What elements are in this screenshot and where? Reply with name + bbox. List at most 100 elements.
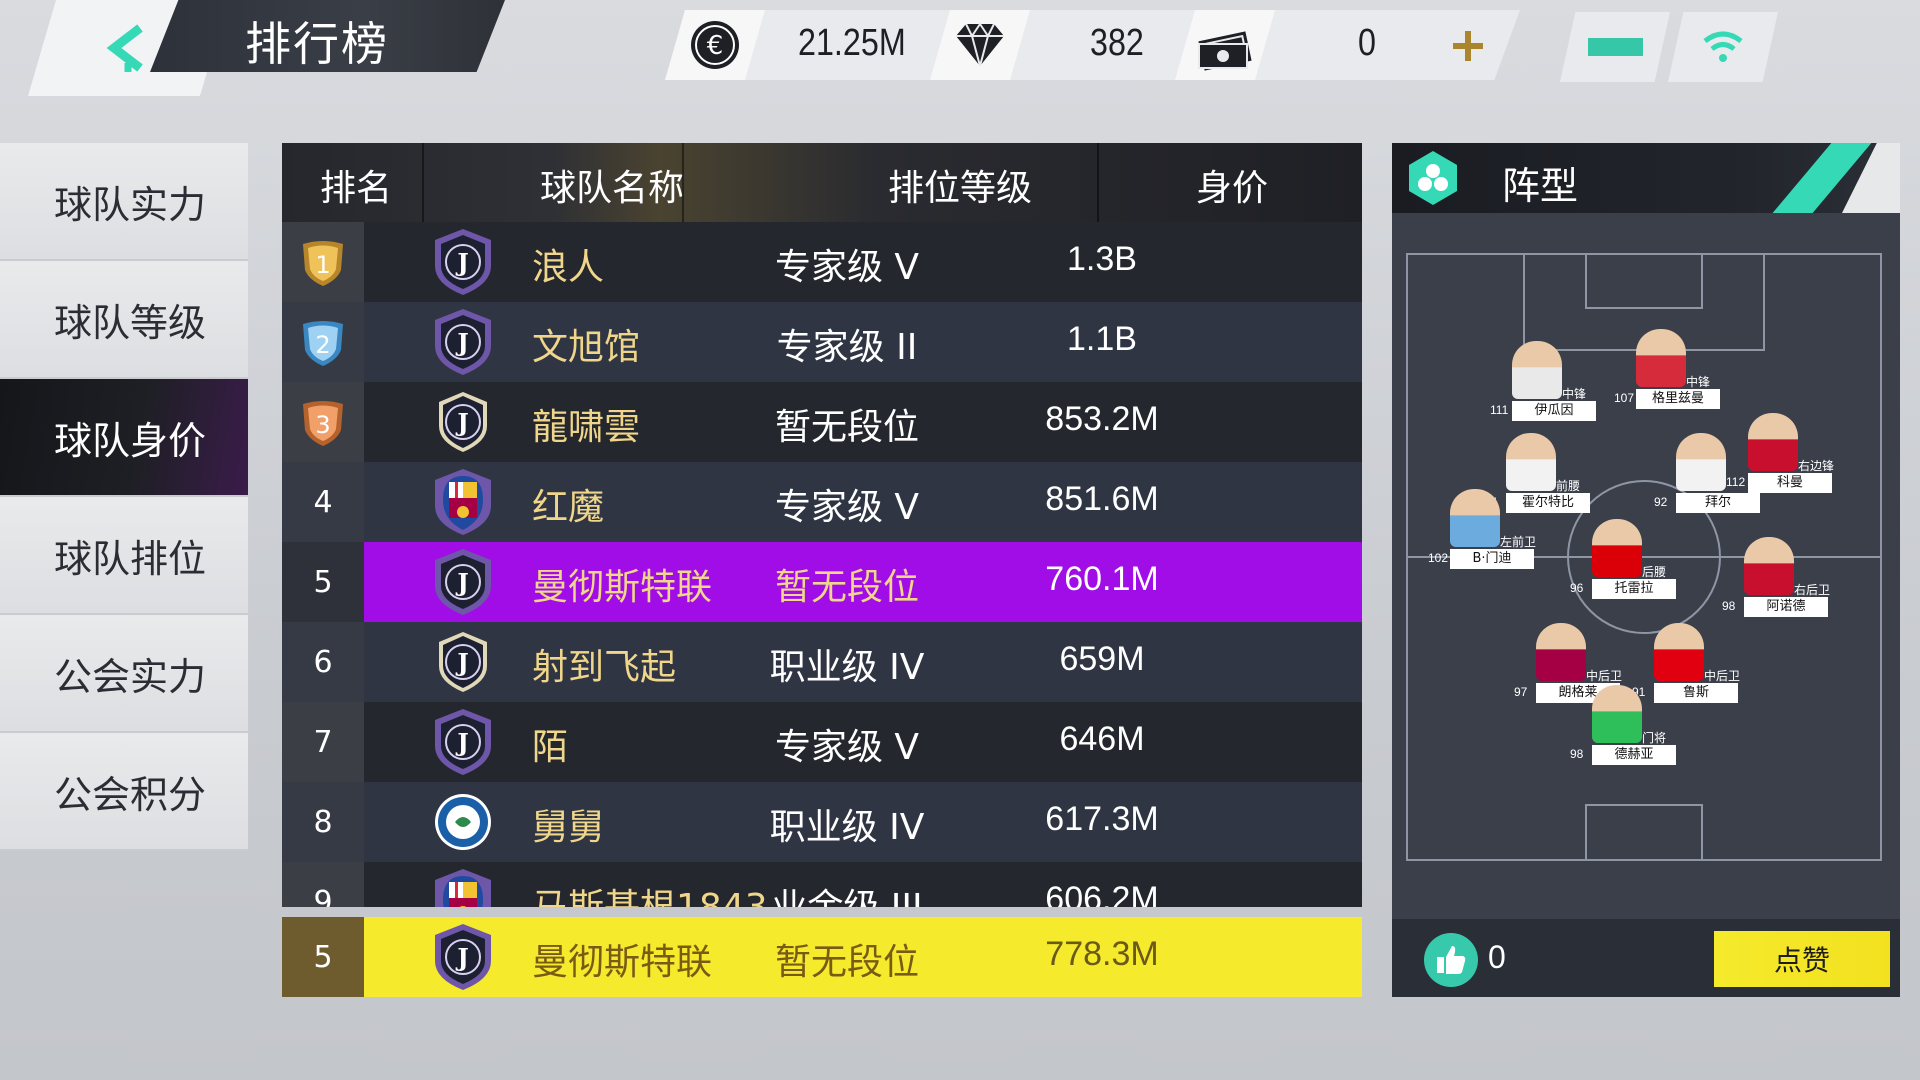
player-photo bbox=[1592, 519, 1642, 577]
player-card[interactable]: 右后卫 98 阿诺德 bbox=[1722, 537, 1830, 627]
add-currency-button[interactable] bbox=[1440, 18, 1496, 74]
player-name: B·门迪 bbox=[1450, 549, 1534, 569]
table-row[interactable]: 8 舅舅 职业级 IV 617.3M bbox=[282, 782, 1362, 862]
table-row[interactable]: 3 J 龍啸雲 暂无段位 853.2M bbox=[282, 382, 1362, 462]
rank-number: 5 bbox=[282, 542, 364, 622]
back-arrow-icon bbox=[106, 24, 143, 72]
battery-indicator bbox=[1560, 12, 1670, 82]
svg-text:J: J bbox=[455, 648, 468, 677]
svg-text:J: J bbox=[455, 408, 468, 437]
table-row[interactable]: 9马斯基根1843业余级 III606.2M bbox=[282, 862, 1362, 907]
player-photo bbox=[1748, 413, 1798, 471]
rank-number: 6 bbox=[282, 622, 364, 702]
player-photo bbox=[1450, 489, 1500, 547]
team-name: 陌 bbox=[532, 727, 569, 768]
player-rating: 98 bbox=[1722, 599, 1736, 613]
top-bar: 排行榜 € 21.25M 382 0 bbox=[0, 0, 1920, 100]
my-team-row[interactable]: 5 J 曼彻斯特联 暂无段位 778.3M bbox=[282, 917, 1362, 997]
team-value: 1.3B bbox=[1067, 240, 1137, 278]
player-photo bbox=[1592, 685, 1642, 743]
player-rating: 107 bbox=[1614, 391, 1635, 405]
player-name: 格里兹曼 bbox=[1636, 389, 1720, 409]
rank-number: 4 bbox=[282, 462, 364, 542]
header-team: 球队名称 bbox=[540, 168, 685, 209]
svg-text:€: € bbox=[707, 31, 724, 61]
table-row[interactable]: 4 红魔 专家级 V 851.6M bbox=[282, 462, 1362, 542]
nav-guild-points[interactable]: 公会积分 bbox=[0, 733, 248, 851]
player-card[interactable]: 后腰 96 托雷拉 bbox=[1570, 519, 1676, 609]
player-rating: 111 bbox=[1490, 403, 1509, 417]
player-card[interactable]: 左前卫 102 B·门迪 bbox=[1428, 489, 1536, 579]
team-value: 606.2M bbox=[1045, 880, 1159, 907]
table-row[interactable]: 1 J 浪人 专家级 V 1.3B bbox=[282, 222, 1362, 302]
rank-number: 8 bbox=[282, 782, 364, 862]
player-name: 德赫亚 bbox=[1592, 745, 1676, 765]
my-team-value: 778.3M bbox=[1045, 935, 1159, 973]
player-position: 前腰 bbox=[1556, 479, 1581, 493]
player-photo bbox=[1654, 623, 1704, 681]
player-photo bbox=[1506, 433, 1556, 491]
header-divider bbox=[682, 143, 684, 222]
header-tier: 排位等级 bbox=[888, 168, 1033, 209]
team-name: 浪人 bbox=[532, 247, 605, 288]
team-name: 文旭馆 bbox=[532, 327, 641, 368]
player-name: 托雷拉 bbox=[1592, 579, 1676, 599]
player-rating: 97 bbox=[1514, 685, 1528, 699]
thumbs-up-icon bbox=[1424, 933, 1478, 987]
svg-text:2: 2 bbox=[315, 331, 330, 359]
team-value: 659M bbox=[1059, 640, 1145, 678]
player-position: 中锋 bbox=[1562, 387, 1587, 401]
rank-badge-icon: 1 bbox=[282, 222, 364, 302]
player-rating: 96 bbox=[1570, 581, 1584, 595]
rank-badge-icon: 2 bbox=[282, 302, 364, 382]
plus-icon bbox=[1453, 31, 1483, 61]
player-position: 后腰 bbox=[1642, 565, 1667, 579]
formation-panel: 阵型 中锋111伊瓜因中锋107格里兹曼前腰94霍尔特比92拜尔右边锋112科曼… bbox=[1392, 143, 1900, 997]
player-name: 伊瓜因 bbox=[1512, 401, 1596, 421]
player-photo bbox=[1676, 433, 1726, 491]
table-row[interactable]: 2 J 文旭馆 专家级 II 1.1B bbox=[282, 302, 1362, 382]
player-position: 中后卫 bbox=[1586, 669, 1623, 683]
euro-balance: 21.25M bbox=[798, 22, 906, 64]
rank-badge-icon: 3 bbox=[282, 382, 364, 462]
network-indicator bbox=[1668, 12, 1778, 82]
player-name: 阿诺德 bbox=[1744, 597, 1828, 617]
table-row[interactable]: 7 J 陌专家级 V 646M bbox=[282, 702, 1362, 782]
player-card[interactable]: 中锋 111 伊瓜因 bbox=[1490, 341, 1596, 431]
table-row[interactable]: 6 J 射到飞起 职业级 IV 659M bbox=[282, 622, 1362, 702]
table-row[interactable]: 5 J 曼彻斯特联 暂无段位 760.1M bbox=[282, 542, 1362, 622]
player-rating: 92 bbox=[1654, 495, 1668, 509]
player-card[interactable]: 右边锋 112 科曼 bbox=[1726, 413, 1834, 503]
diamond-balance: 382 bbox=[1090, 22, 1144, 64]
team-name: 射到飞起 bbox=[532, 647, 677, 688]
player-photo bbox=[1536, 623, 1586, 681]
header-rank: 排名 bbox=[320, 168, 393, 209]
player-card[interactable]: 中锋 107 格里兹曼 bbox=[1614, 329, 1720, 419]
player-card[interactable]: 门将 98 德赫亚 bbox=[1570, 685, 1676, 775]
formation-title: 阵型 bbox=[1502, 164, 1579, 208]
svg-text:3: 3 bbox=[315, 411, 330, 439]
team-value: 760.1M bbox=[1045, 560, 1159, 598]
nav-team-value[interactable]: 球队身价 bbox=[0, 379, 248, 497]
team-crest-icon: J bbox=[435, 924, 491, 990]
nav-team-level[interactable]: 球队等级 bbox=[0, 261, 248, 379]
player-rating: 102 bbox=[1428, 551, 1449, 565]
nav-guild-strength[interactable]: 公会实力 bbox=[0, 615, 248, 733]
svg-text:J: J bbox=[455, 943, 468, 972]
svg-text:J: J bbox=[455, 248, 468, 277]
nav-team-ranked[interactable]: 球队排位 bbox=[0, 497, 248, 615]
like-button[interactable]: 点赞 bbox=[1714, 931, 1890, 987]
team-value: 851.6M bbox=[1045, 480, 1159, 518]
ranking-table[interactable]: 排名 球队名称 排位等级 身价 1 J 浪人 专家级 V 1.3B 2 J 文旭馆 专家级 II… bbox=[282, 143, 1362, 907]
team-name: 曼彻斯特联 bbox=[532, 567, 713, 608]
player-photo bbox=[1744, 537, 1794, 595]
my-team-name: 曼彻斯特联 bbox=[532, 942, 713, 983]
team-name: 舅舅 bbox=[532, 807, 605, 848]
battery-icon bbox=[1587, 38, 1643, 56]
header-divider bbox=[422, 143, 424, 222]
team-value: 646M bbox=[1059, 720, 1145, 758]
nav-team-strength[interactable]: 球队实力 bbox=[0, 143, 248, 261]
ranking-category-nav: 球队实力 球队等级 球队身价 球队排位 公会实力 公会积分 bbox=[0, 143, 248, 851]
team-value: 617.3M bbox=[1045, 800, 1159, 838]
player-position: 右后卫 bbox=[1794, 583, 1831, 597]
